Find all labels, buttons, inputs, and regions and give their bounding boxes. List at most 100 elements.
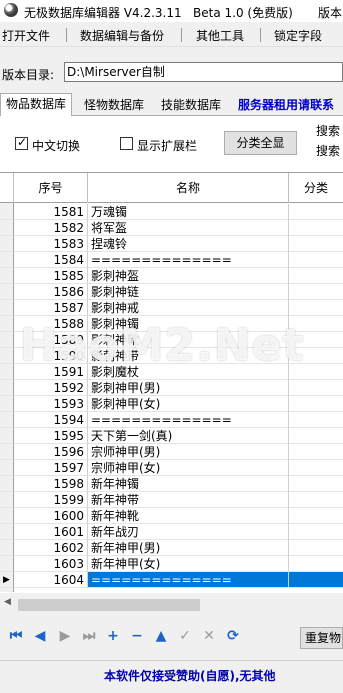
cell-name[interactable]: 天下第一剑(真) xyxy=(88,428,289,444)
cell-category[interactable] xyxy=(289,556,343,572)
cell-id[interactable]: 1602 xyxy=(14,540,88,556)
row-indicator[interactable] xyxy=(0,492,14,508)
table-row[interactable]: 1601 新年战刃 xyxy=(0,524,343,540)
table-row[interactable]: 1581 万魂镯 xyxy=(0,204,343,220)
delete-icon[interactable]: − xyxy=(129,628,145,644)
row-indicator[interactable] xyxy=(0,236,14,252)
row-indicator[interactable] xyxy=(0,220,14,236)
cell-category[interactable] xyxy=(289,524,343,540)
version-dir-input[interactable]: D:\Mirserver自制 xyxy=(64,62,343,82)
refresh-icon[interactable]: ⟳ xyxy=(225,628,241,644)
cell-category[interactable] xyxy=(289,460,343,476)
cell-name[interactable]: 影刺神甲(女) xyxy=(88,396,289,412)
row-indicator[interactable] xyxy=(0,300,14,316)
insert-icon[interactable]: + xyxy=(105,628,121,644)
cell-name[interactable]: 捏魂铃 xyxy=(88,236,289,252)
cell-name[interactable]: ============== xyxy=(88,572,289,588)
table-row[interactable]: 1585 影刺神盔 xyxy=(0,268,343,284)
cell-category[interactable] xyxy=(289,220,343,236)
row-indicator[interactable] xyxy=(0,428,14,444)
cell-name[interactable]: 影刺神盔 xyxy=(88,268,289,284)
post-icon[interactable]: ✓ xyxy=(177,628,193,644)
cancel-icon[interactable]: ✕ xyxy=(201,628,217,644)
cell-id[interactable]: 1583 xyxy=(14,236,88,252)
cell-category[interactable] xyxy=(289,268,343,284)
cell-category[interactable] xyxy=(289,572,343,588)
cell-id[interactable]: 1603 xyxy=(14,556,88,572)
cell-id[interactable]: 1586 xyxy=(14,284,88,300)
category-show-all-button[interactable]: 分类全显 xyxy=(224,131,297,155)
menu-data-edit-backup[interactable]: 数据编辑与备份 xyxy=(80,27,164,44)
table-row[interactable]: 1587 影刺神戒 xyxy=(0,300,343,316)
table-row[interactable]: 1598 新年神镯 xyxy=(0,476,343,492)
table-row[interactable]: 1596 宗师神甲(男) xyxy=(0,444,343,460)
cell-category[interactable] xyxy=(289,476,343,492)
cell-id[interactable]: 1598 xyxy=(14,476,88,492)
cell-name[interactable]: 新年神靴 xyxy=(88,508,289,524)
row-indicator[interactable] xyxy=(0,476,14,492)
cell-category[interactable] xyxy=(289,428,343,444)
cell-id[interactable]: 1581 xyxy=(14,204,88,220)
cell-name[interactable]: 宗师神甲(男) xyxy=(88,444,289,460)
cell-id[interactable]: 1595 xyxy=(14,428,88,444)
table-row[interactable]: 1600 新年神靴 xyxy=(0,508,343,524)
row-indicator[interactable]: ▶ xyxy=(0,572,14,588)
cell-id[interactable]: 1593 xyxy=(14,396,88,412)
cell-name[interactable]: 影刺神链 xyxy=(88,284,289,300)
cell-id[interactable]: 1582 xyxy=(14,220,88,236)
row-indicator[interactable] xyxy=(0,412,14,428)
table-row[interactable]: 1584 ============== xyxy=(0,252,343,268)
cell-category[interactable] xyxy=(289,236,343,252)
show-ext-checkbox[interactable] xyxy=(120,137,133,150)
cell-category[interactable] xyxy=(289,444,343,460)
row-indicator[interactable] xyxy=(0,540,14,556)
last-icon[interactable]: ⏭ xyxy=(81,628,97,644)
cell-name[interactable]: 影刺神戒 xyxy=(88,300,289,316)
cell-category[interactable] xyxy=(289,380,343,396)
cell-id[interactable]: 1592 xyxy=(14,380,88,396)
cell-category[interactable] xyxy=(289,204,343,220)
cell-category[interactable] xyxy=(289,396,343,412)
prior-icon[interactable]: ◀ xyxy=(32,628,48,644)
cell-category[interactable] xyxy=(289,412,343,428)
cell-name[interactable]: 万魂镯 xyxy=(88,204,289,220)
table-row[interactable]: 1599 新年神带 xyxy=(0,492,343,508)
cell-category[interactable] xyxy=(289,284,343,300)
menu-open-file[interactable]: 打开文件 xyxy=(2,27,50,44)
cell-name[interactable]: 将军盔 xyxy=(88,220,289,236)
row-indicator[interactable] xyxy=(0,508,14,524)
cell-name[interactable]: 新年神甲(女) xyxy=(88,556,289,572)
row-indicator[interactable] xyxy=(0,524,14,540)
cell-id[interactable]: 1599 xyxy=(14,492,88,508)
cell-name[interactable]: 新年战刃 xyxy=(88,524,289,540)
cell-category[interactable] xyxy=(289,252,343,268)
row-indicator[interactable] xyxy=(0,268,14,284)
row-indicator[interactable] xyxy=(0,316,14,332)
cell-id[interactable]: 1596 xyxy=(14,444,88,460)
cell-id[interactable]: 1587 xyxy=(14,300,88,316)
edit-icon[interactable]: ▲ xyxy=(153,628,169,644)
row-indicator[interactable] xyxy=(0,348,14,364)
menu-lock-fields[interactable]: 锁定字段 xyxy=(274,27,322,44)
cell-category[interactable] xyxy=(289,492,343,508)
row-indicator[interactable] xyxy=(0,444,14,460)
row-indicator[interactable] xyxy=(0,204,14,220)
scroll-left-icon[interactable]: ◀ xyxy=(4,597,11,607)
table-row[interactable]: 1603 新年神甲(女) xyxy=(0,556,343,572)
cell-id[interactable]: 1594 xyxy=(14,412,88,428)
cell-id[interactable]: 1585 xyxy=(14,268,88,284)
cell-id[interactable]: 1604 xyxy=(14,572,88,588)
cell-name[interactable]: ============== xyxy=(88,412,289,428)
column-header-name[interactable]: 名称 xyxy=(88,173,289,203)
row-indicator[interactable] xyxy=(0,380,14,396)
table-row[interactable]: 1597 宗师神甲(女) xyxy=(0,460,343,476)
cell-id[interactable]: 1584 xyxy=(14,252,88,268)
row-indicator[interactable] xyxy=(0,284,14,300)
cell-id[interactable]: 1600 xyxy=(14,508,88,524)
tab-item-db[interactable]: 物品数据库 xyxy=(0,93,72,116)
cell-category[interactable] xyxy=(289,508,343,524)
table-row[interactable]: 1582 将军盔 xyxy=(0,220,343,236)
first-icon[interactable]: ⏮ xyxy=(8,628,24,644)
row-indicator[interactable] xyxy=(0,364,14,380)
cell-id[interactable]: 1601 xyxy=(14,524,88,540)
